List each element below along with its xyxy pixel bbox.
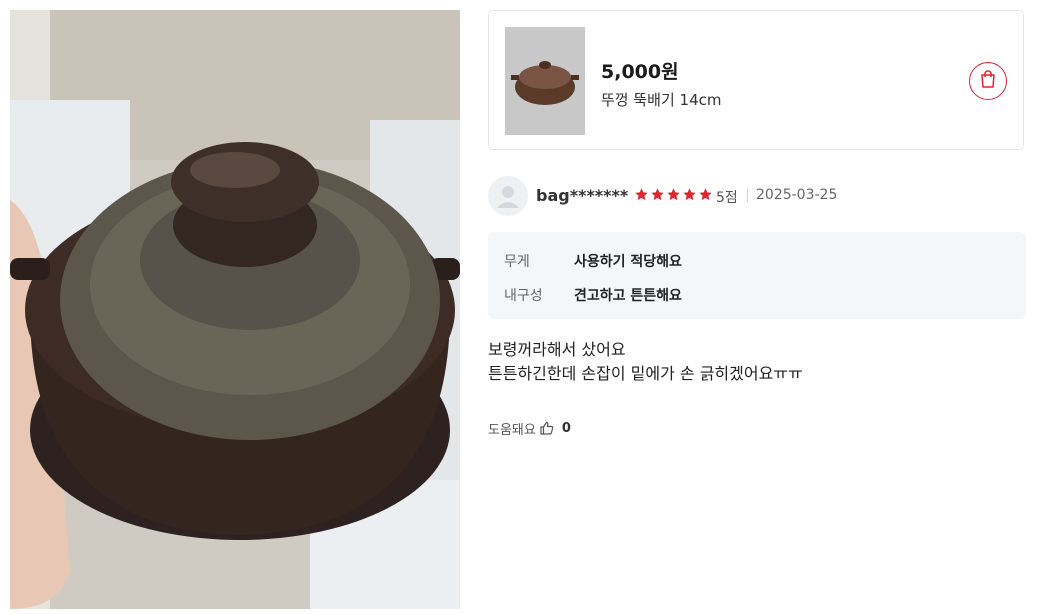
divider <box>747 188 748 203</box>
star-icon <box>667 188 680 201</box>
product-card[interactable]: 5,000원 뚜껑 뚝배기 14cm <box>488 10 1024 150</box>
product-name[interactable]: 뚜껑 뚝배기 14cm <box>601 89 721 110</box>
star-icon <box>651 188 664 201</box>
product-thumbnail[interactable] <box>505 27 585 135</box>
rating-score: 5점 <box>716 190 738 206</box>
star-icon <box>699 188 712 201</box>
review-date: 2025-03-25 <box>756 187 838 203</box>
thumbs-up-icon <box>540 421 554 435</box>
attribute-value: 사용하기 적당해요 <box>574 254 682 270</box>
helpful-label: 도움돼요 <box>488 422 536 438</box>
reviewer-name: bag******* <box>536 186 629 205</box>
attribute-value: 견고하고 튼튼해요 <box>574 288 682 304</box>
helpful-count: 0 <box>561 420 571 436</box>
star-icon <box>683 188 696 201</box>
review-line: 보령꺼라해서 샀어요 <box>488 340 626 359</box>
attribute-label: 내구성 <box>504 288 543 304</box>
star-icon <box>635 188 648 201</box>
attribute-label: 무게 <box>504 254 530 270</box>
star-rating <box>634 187 713 202</box>
product-price: 5,000원 <box>601 61 679 83</box>
review-body: 보령꺼라해서 샀어요 튼튼하긴한데 손잡이 밑에가 손 긁히겠어요ㅠㅠ <box>488 338 803 386</box>
review-photo[interactable] <box>10 10 460 609</box>
review-attributes: 무게 사용하기 적당해요 내구성 견고하고 튼튼해요 <box>488 232 1026 319</box>
avatar <box>488 176 528 216</box>
reviewer-info: bag******* 5점 2025-03-25 <box>488 176 1028 216</box>
review-line: 튼튼하긴한데 손잡이 밑에가 손 긁히겠어요ㅠㅠ <box>488 364 803 383</box>
add-to-cart-button[interactable] <box>969 62 1007 100</box>
helpful-button[interactable]: 도움돼요 0 <box>488 418 571 438</box>
shopping-bag-icon <box>978 69 998 93</box>
